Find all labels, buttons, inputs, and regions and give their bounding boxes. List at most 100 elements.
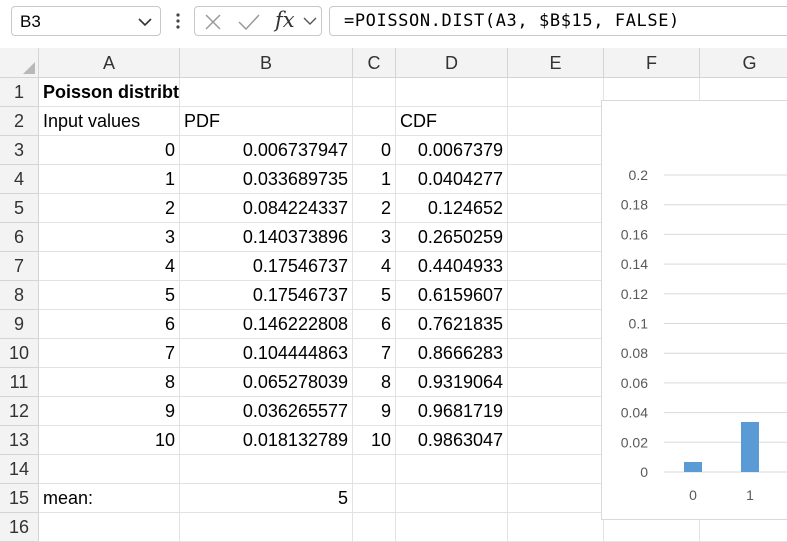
cell[interactable]: [353, 78, 396, 107]
mean-value-cell[interactable]: 5: [180, 484, 353, 513]
data-cell[interactable]: 0.006737947: [180, 136, 353, 165]
cell[interactable]: [508, 484, 604, 513]
cell[interactable]: [39, 455, 180, 484]
data-cell[interactable]: 0.6159607: [396, 281, 508, 310]
data-cell[interactable]: 0.0067379: [396, 136, 508, 165]
chart[interactable]: 0 0.02 0.04 0.06 0.08 0.1 0.12 0.14 0.16 0.18 0.2 0…: [601, 100, 787, 520]
cell[interactable]: [396, 484, 508, 513]
data-cell[interactable]: 7: [353, 339, 396, 368]
header-cell[interactable]: CDF: [396, 107, 508, 136]
data-cell[interactable]: 0.018132789: [180, 426, 353, 455]
data-cell[interactable]: 7: [39, 339, 180, 368]
column-header-a[interactable]: A: [39, 48, 180, 78]
data-cell[interactable]: 4: [39, 252, 180, 281]
row-header-8[interactable]: 8: [0, 281, 39, 310]
header-cell[interactable]: PDF: [180, 107, 353, 136]
data-cell[interactable]: 0.4404933: [396, 252, 508, 281]
data-cell[interactable]: 0.033689735: [180, 165, 353, 194]
chevron-down-icon[interactable]: [303, 17, 317, 26]
data-cell[interactable]: 0.084224337: [180, 194, 353, 223]
row-header-1[interactable]: 1: [0, 78, 39, 107]
row-header-5[interactable]: 5: [0, 194, 39, 223]
header-cell[interactable]: Input values: [39, 107, 180, 136]
column-header-f[interactable]: F: [604, 48, 700, 78]
cell[interactable]: [508, 223, 604, 252]
data-cell[interactable]: 1: [353, 165, 396, 194]
mean-label-cell[interactable]: mean:: [39, 484, 180, 513]
row-header-15[interactable]: 15: [0, 484, 39, 513]
cell[interactable]: [396, 513, 508, 542]
row-header-2[interactable]: 2: [0, 107, 39, 136]
cell[interactable]: [508, 107, 604, 136]
data-cell[interactable]: 4: [353, 252, 396, 281]
row-header-3[interactable]: 3: [0, 136, 39, 165]
column-header-e[interactable]: E: [508, 48, 604, 78]
row-header-6[interactable]: 6: [0, 223, 39, 252]
row-header-13[interactable]: 13: [0, 426, 39, 455]
data-cell[interactable]: 8: [39, 368, 180, 397]
data-cell[interactable]: 0.146222808: [180, 310, 353, 339]
cell[interactable]: [353, 484, 396, 513]
more-options-icon[interactable]: [176, 12, 180, 30]
row-header-14[interactable]: 14: [0, 455, 39, 484]
row-header-12[interactable]: 12: [0, 397, 39, 426]
column-header-b[interactable]: B: [180, 48, 353, 78]
data-cell[interactable]: 10: [39, 426, 180, 455]
sheet-title-cell[interactable]: Poisson distribtion: [39, 78, 180, 107]
cell[interactable]: [353, 107, 396, 136]
data-cell[interactable]: 0.140373896: [180, 223, 353, 252]
data-cell[interactable]: 0.036265577: [180, 397, 353, 426]
data-cell[interactable]: 5: [39, 281, 180, 310]
data-cell[interactable]: 10: [353, 426, 396, 455]
data-cell[interactable]: 6: [39, 310, 180, 339]
data-cell[interactable]: 5: [353, 281, 396, 310]
cell[interactable]: [396, 78, 508, 107]
data-cell[interactable]: 0.8666283: [396, 339, 508, 368]
data-cell[interactable]: 0.2650259: [396, 223, 508, 252]
column-header-c[interactable]: C: [353, 48, 396, 78]
data-cell[interactable]: 0: [39, 136, 180, 165]
cell[interactable]: [508, 165, 604, 194]
data-cell[interactable]: 8: [353, 368, 396, 397]
cell[interactable]: [396, 455, 508, 484]
data-cell[interactable]: 0.9319064: [396, 368, 508, 397]
cell[interactable]: [508, 252, 604, 281]
data-cell[interactable]: 0: [353, 136, 396, 165]
chevron-down-icon[interactable]: [138, 18, 152, 27]
data-cell[interactable]: 0.17546737: [180, 281, 353, 310]
enter-icon[interactable]: [237, 13, 261, 31]
cell[interactable]: [508, 513, 604, 542]
data-cell[interactable]: 3: [353, 223, 396, 252]
cell[interactable]: [508, 194, 604, 223]
data-cell[interactable]: 0.104444863: [180, 339, 353, 368]
cell[interactable]: [353, 513, 396, 542]
data-cell[interactable]: 6: [353, 310, 396, 339]
insert-function-button[interactable]: fx: [275, 8, 295, 32]
row-header-7[interactable]: 7: [0, 252, 39, 281]
formula-input[interactable]: =POISSON.DIST(A3, $B$15, FALSE): [329, 6, 787, 36]
cell[interactable]: [508, 339, 604, 368]
name-box[interactable]: B3: [11, 6, 161, 36]
cell[interactable]: [508, 281, 604, 310]
cell[interactable]: [508, 397, 604, 426]
column-header-g[interactable]: G: [700, 48, 787, 78]
data-cell[interactable]: 0.9863047: [396, 426, 508, 455]
data-cell[interactable]: 1: [39, 165, 180, 194]
cell[interactable]: [508, 455, 604, 484]
column-header-d[interactable]: D: [396, 48, 508, 78]
cell[interactable]: [508, 426, 604, 455]
data-cell[interactable]: 0.065278039: [180, 368, 353, 397]
data-cell[interactable]: 9: [353, 397, 396, 426]
data-cell[interactable]: 0.7621835: [396, 310, 508, 339]
data-cell[interactable]: 3: [39, 223, 180, 252]
data-cell[interactable]: 0.17546737: [180, 252, 353, 281]
cell[interactable]: [180, 455, 353, 484]
cell[interactable]: [353, 455, 396, 484]
row-header-10[interactable]: 10: [0, 339, 39, 368]
select-all-corner[interactable]: [0, 48, 39, 78]
cell[interactable]: [180, 78, 353, 107]
row-header-16[interactable]: 16: [0, 513, 39, 542]
data-cell[interactable]: 2: [353, 194, 396, 223]
data-cell[interactable]: 2: [39, 194, 180, 223]
data-cell[interactable]: 0.124652: [396, 194, 508, 223]
